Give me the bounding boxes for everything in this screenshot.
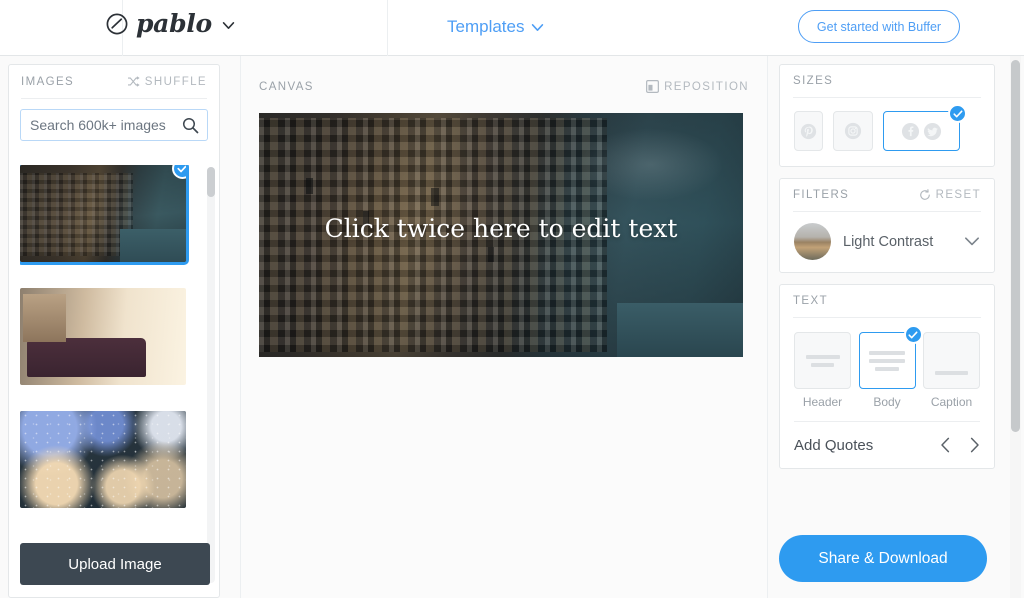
size-option-instagram[interactable] — [833, 111, 873, 151]
sizes-panel-header: SIZES — [793, 65, 981, 98]
canvas-panel-title: CANVAS — [259, 80, 314, 93]
filter-preview-thumbnail — [794, 223, 831, 260]
preview-line — [869, 358, 905, 363]
size-option-facebook-twitter[interactable] — [883, 104, 967, 151]
facebook-icon — [901, 122, 920, 140]
thumbnail-photo — [20, 411, 186, 508]
filter-selector[interactable]: Light Contrast — [780, 212, 994, 272]
preview-line — [869, 350, 905, 355]
check-icon — [948, 104, 967, 123]
reset-filters-button[interactable]: RESET — [919, 189, 981, 201]
filter-selected-name: Light Contrast — [843, 233, 934, 250]
thumbnail-photo — [20, 165, 186, 262]
brand-name: pablo — [136, 9, 212, 38]
instagram-icon — [844, 122, 862, 140]
canvas-photo-sea — [617, 303, 743, 357]
quotes-navigation — [940, 437, 980, 453]
templates-menu[interactable]: Templates — [447, 17, 544, 37]
text-panel-header: TEXT — [793, 285, 981, 318]
canvas-photo-sky-glow — [578, 127, 724, 201]
shuffle-icon — [127, 76, 140, 87]
image-thumbnail-sofa-sunlit-room[interactable] — [20, 288, 186, 385]
text-style-options: Header Body Caption — [780, 318, 994, 409]
filters-panel-header: FILTERS RESET — [793, 179, 981, 212]
pablo-circle-slash-logo — [106, 13, 128, 34]
images-panel: IMAGES SHUFFLE Search 600k+ images Uploa… — [8, 64, 220, 598]
sizes-panel: SIZES — [779, 64, 995, 167]
canvas-overlay-text[interactable]: Click twice here to edit text — [259, 214, 743, 243]
chevron-down-icon — [222, 22, 235, 29]
image-list-scrollbar-thumb[interactable] — [207, 167, 215, 197]
search-container — [9, 99, 219, 141]
size-option-pinterest[interactable] — [794, 111, 823, 151]
image-thumbnail-rainy-window[interactable] — [20, 411, 186, 508]
templates-label: Templates — [447, 17, 525, 36]
editor-stage: IMAGES SHUFFLE Search 600k+ images Uploa… — [0, 56, 1024, 598]
add-quotes-row: Add Quotes — [794, 421, 980, 468]
text-option-body-preview — [858, 325, 923, 389]
preview-line — [935, 371, 968, 375]
image-list-scrollbar[interactable] — [207, 167, 215, 583]
canvas-panel: CANVAS REPOSITION Click twice here to ed… — [240, 56, 768, 598]
reset-icon — [919, 189, 930, 200]
images-panel-title: IMAGES — [21, 75, 75, 88]
canvas-image[interactable]: Click twice here to edit text — [259, 113, 743, 357]
controls-column: SIZES FILTERS RESET Light Contrast TEXT … — [779, 56, 995, 598]
text-option-header-label: Header — [802, 395, 843, 409]
reposition-label: REPOSITION — [664, 80, 749, 93]
twitter-icon — [923, 122, 942, 140]
image-thumbnail-list — [20, 165, 210, 585]
shuffle-label: SHUFFLE — [144, 75, 207, 88]
chevron-down-icon — [532, 23, 544, 31]
sizes-panel-title: SIZES — [793, 75, 834, 87]
upload-image-button[interactable]: Upload Image — [20, 543, 210, 585]
text-option-caption-preview — [923, 332, 980, 389]
check-icon — [903, 325, 923, 344]
page-scrollbar-thumb[interactable] — [1011, 60, 1020, 432]
get-started-with-buffer-button[interactable]: Get started with Buffer — [798, 10, 960, 43]
text-option-body[interactable]: Body — [858, 325, 923, 409]
top-bar: pablo Templates Get started with Buffer — [0, 0, 1024, 56]
text-panel: TEXT Header Body Caption Add Quotes — [779, 284, 995, 469]
preview-line — [811, 362, 834, 367]
reposition-button[interactable]: REPOSITION — [646, 80, 749, 93]
canvas-panel-header: CANVAS REPOSITION — [259, 80, 749, 93]
chevron-right-icon[interactable] — [969, 437, 980, 453]
text-option-caption[interactable]: Caption — [923, 332, 980, 409]
add-quotes-label[interactable]: Add Quotes — [794, 437, 873, 454]
text-option-caption-label: Caption — [930, 395, 973, 409]
search-icon[interactable] — [182, 117, 199, 139]
reset-label: RESET — [935, 189, 981, 201]
text-panel-title: TEXT — [793, 295, 828, 307]
thumbnail-photo — [20, 288, 186, 385]
chevron-left-icon[interactable] — [940, 437, 951, 453]
text-option-header-preview — [794, 332, 851, 389]
text-option-body-label: Body — [873, 395, 901, 409]
image-thumbnail-cliffside-village[interactable] — [20, 165, 189, 265]
brand-menu[interactable]: pablo — [105, 11, 235, 36]
search-input[interactable] — [21, 110, 207, 140]
filters-panel-title: FILTERS — [793, 189, 850, 201]
preview-line — [875, 366, 899, 371]
filters-panel: FILTERS RESET Light Contrast — [779, 178, 995, 273]
get-started-label: Get started with Buffer — [816, 19, 942, 34]
share-and-download-button[interactable]: Share & Download — [779, 535, 987, 582]
shuffle-button[interactable]: SHUFFLE — [127, 76, 207, 88]
search-box[interactable] — [20, 109, 208, 141]
reposition-icon — [646, 80, 660, 93]
preview-line — [805, 354, 840, 359]
chevron-down-icon[interactable] — [964, 236, 980, 247]
pinterest-icon — [800, 123, 817, 139]
text-option-header[interactable]: Header — [794, 332, 851, 409]
page-scrollbar[interactable] — [1010, 56, 1021, 598]
size-options — [780, 98, 994, 166]
top-bar-divider-right — [387, 0, 388, 56]
images-panel-header: IMAGES SHUFFLE — [21, 65, 207, 99]
